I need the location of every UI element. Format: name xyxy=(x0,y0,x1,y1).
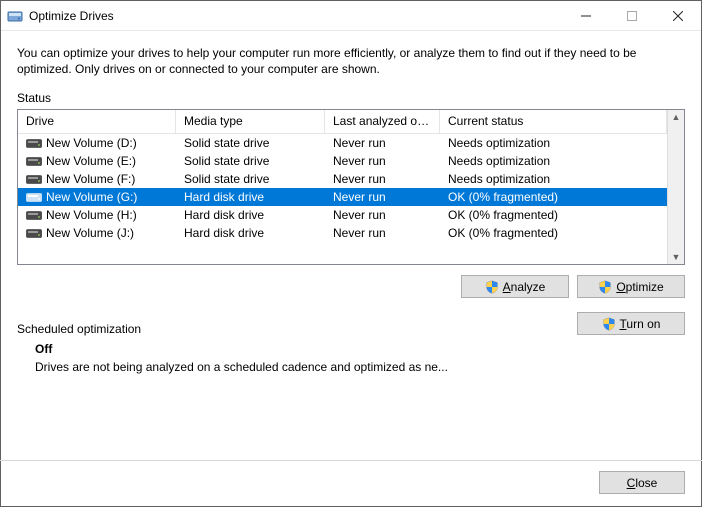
window-title: Optimize Drives xyxy=(29,9,114,23)
drive-name: New Volume (G:) xyxy=(46,190,137,204)
media-type: Hard disk drive xyxy=(176,226,325,240)
drive-icon xyxy=(26,137,42,149)
shield-icon xyxy=(602,317,616,331)
column-header-media[interactable]: Media type xyxy=(176,110,325,133)
current-status: Needs optimization xyxy=(440,136,667,150)
media-type: Solid state drive xyxy=(176,136,325,150)
media-type: Solid state drive xyxy=(176,154,325,168)
drive-name: New Volume (D:) xyxy=(46,136,137,150)
footer: Close xyxy=(1,461,701,506)
current-status: OK (0% fragmented) xyxy=(440,190,667,204)
current-status: OK (0% fragmented) xyxy=(440,226,667,240)
scroll-down-icon[interactable]: ▼ xyxy=(672,252,681,262)
table-row[interactable]: New Volume (H:) Hard disk driveNever runO… xyxy=(18,206,667,224)
column-header-last[interactable]: Last analyzed or o... xyxy=(325,110,440,133)
optimize-button[interactable]: Optimize xyxy=(577,275,685,298)
drive-name: New Volume (F:) xyxy=(46,172,135,186)
description-text: You can optimize your drives to help you… xyxy=(17,45,685,77)
drive-icon xyxy=(26,155,42,167)
drive-name: New Volume (J:) xyxy=(46,226,134,240)
shield-icon xyxy=(598,280,612,294)
drive-icon xyxy=(26,191,42,203)
media-type: Solid state drive xyxy=(176,172,325,186)
status-label: Status xyxy=(17,91,685,105)
current-status: Needs optimization xyxy=(440,172,667,186)
drive-icon xyxy=(26,227,42,239)
scrollbar[interactable]: ▲ ▼ xyxy=(667,110,684,264)
last-analyzed: Never run xyxy=(325,190,440,204)
media-type: Hard disk drive xyxy=(176,208,325,222)
scheduled-description: Drives are not being analyzed on a sched… xyxy=(35,360,685,374)
table-row[interactable]: New Volume (F:) Solid state driveNever ru… xyxy=(18,170,667,188)
close-window-button[interactable] xyxy=(655,1,701,31)
column-headers: Drive Media type Last analyzed or o... C… xyxy=(18,110,667,134)
table-row[interactable]: New Volume (J:) Hard disk driveNever runO… xyxy=(18,224,667,242)
column-header-drive[interactable]: Drive xyxy=(18,110,176,133)
content: You can optimize your drives to help you… xyxy=(1,31,701,432)
table-row[interactable]: New Volume (E:) Solid state driveNever ru… xyxy=(18,152,667,170)
column-header-status[interactable]: Current status xyxy=(440,110,667,133)
table-row[interactable]: New Volume (D:) Solid state driveNever ru… xyxy=(18,134,667,152)
current-status: Needs optimization xyxy=(440,154,667,168)
analyze-button[interactable]: Analyze xyxy=(461,275,569,298)
drive-name: New Volume (H:) xyxy=(46,208,137,222)
scroll-up-icon[interactable]: ▲ xyxy=(672,112,681,122)
drive-name: New Volume (E:) xyxy=(46,154,136,168)
shield-icon xyxy=(485,280,499,294)
app-icon xyxy=(7,8,23,24)
last-analyzed: Never run xyxy=(325,136,440,150)
maximize-button[interactable] xyxy=(609,1,655,31)
table-row[interactable]: New Volume (G:) Hard disk driveNever runO… xyxy=(18,188,667,206)
close-button[interactable]: Close xyxy=(599,471,685,494)
drive-list: Drive Media type Last analyzed or o... C… xyxy=(17,109,685,265)
last-analyzed: Never run xyxy=(325,208,440,222)
minimize-button[interactable] xyxy=(563,1,609,31)
current-status: OK (0% fragmented) xyxy=(440,208,667,222)
turn-on-button[interactable]: Turn on xyxy=(577,312,685,335)
scheduled-state: Off xyxy=(35,342,685,356)
drive-icon xyxy=(26,173,42,185)
last-analyzed: Never run xyxy=(325,226,440,240)
titlebar: Optimize Drives xyxy=(1,1,701,31)
last-analyzed: Never run xyxy=(325,172,440,186)
drive-icon xyxy=(26,209,42,221)
media-type: Hard disk drive xyxy=(176,190,325,204)
last-analyzed: Never run xyxy=(325,154,440,168)
